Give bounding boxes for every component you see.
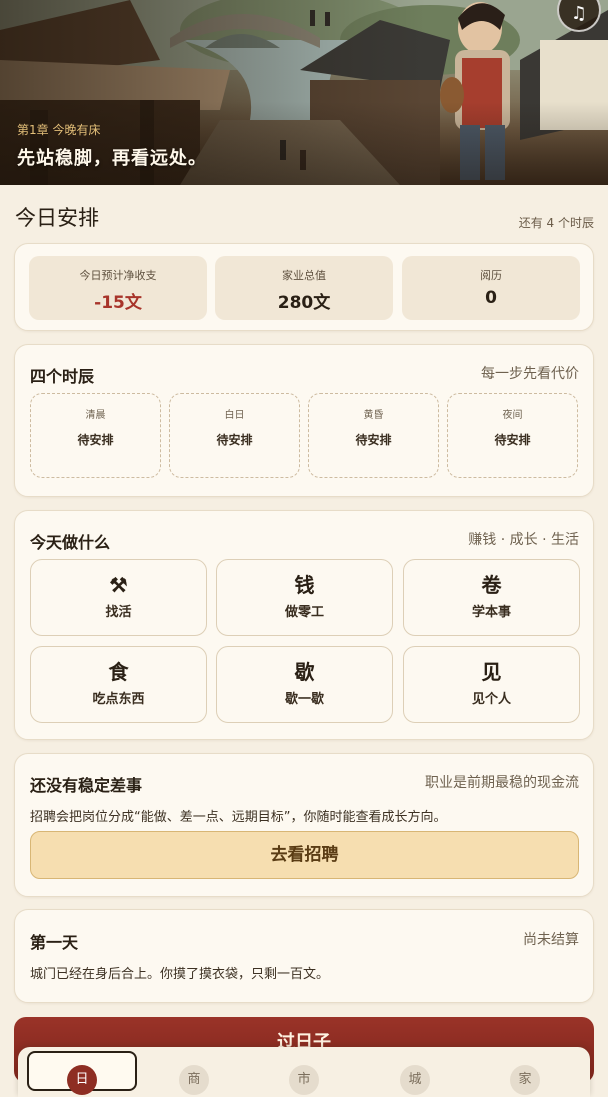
period-name: 黄昏 [363, 410, 384, 421]
periods-card: 四个时辰 每一步先看代价 清晨 待安排 白日 待安排 黄昏 待安排 夜间 待安排 [14, 344, 594, 497]
action-label: 见个人 [471, 692, 511, 707]
nav-label: 家 [510, 1065, 540, 1095]
scroll-glyph-icon: 卷 [481, 573, 502, 597]
period-status: 待安排 [216, 433, 253, 447]
job-card: 还没有稳定差事 职业是前期最稳的现金流 招聘会把岗位分成“能做、差一点、远期目标… [14, 753, 594, 897]
action-label: 找活 [105, 605, 132, 620]
job-description: 招聘会把岗位分成“能做、差一点、远期目标”，你随时能查看成长方向。 [30, 810, 447, 825]
recruitment-button[interactable]: 去看招聘 [30, 831, 579, 879]
nav-label: 日 [67, 1065, 97, 1095]
day-description: 城门已经在身后合上。你摸了摸衣袋，只剩一百文。 [30, 967, 330, 982]
action-label: 吃点东西 [92, 692, 145, 707]
nav-label: 市 [289, 1065, 319, 1095]
hammer-pick-icon: ⚒ [109, 573, 128, 597]
action-label: 做零工 [284, 605, 324, 620]
stat-net-income: 今日预计净收支 -15文 [29, 256, 207, 320]
day-title: 第一天 [30, 933, 79, 952]
period-slot-night[interactable]: 夜间 待安排 [447, 393, 578, 478]
remaining-time: 还有 4 个时辰 [518, 216, 594, 230]
action-label: 歇一歇 [284, 692, 324, 707]
stats-card: 今日预计净收支 -15文 家业总值 280文 阅历 0 [14, 243, 594, 331]
hero-title: 先站稳脚，再看远处。 [17, 148, 207, 169]
period-slot-dusk[interactable]: 黄昏 待安排 [308, 393, 439, 478]
period-status: 待安排 [355, 433, 392, 447]
actions-title: 今天做什么 [30, 533, 111, 552]
chapter-label: 第1章 今晚有床 [17, 123, 101, 137]
nav-tab-city[interactable]: 城 [360, 1051, 470, 1095]
stat-label: 今日预计净收支 [79, 269, 157, 282]
food-glyph-icon: 食 [108, 660, 129, 684]
stat-assets: 家业总值 280文 [215, 256, 393, 320]
action-meet-button[interactable]: 见 见个人 [403, 646, 580, 723]
period-name: 清晨 [85, 410, 106, 421]
nav-tab-home[interactable]: 家 [470, 1051, 580, 1095]
page-title: 今日安排 [15, 206, 99, 230]
stat-label: 家业总值 [282, 269, 326, 282]
action-eat-button[interactable]: 食 吃点东西 [30, 646, 207, 723]
period-name: 夜间 [502, 410, 523, 421]
stat-label: 阅历 [480, 269, 502, 282]
action-rest-button[interactable]: 歇 歇一歇 [216, 646, 393, 723]
nav-tab-trade[interactable]: 商 [139, 1051, 249, 1095]
coin-glyph-icon: 钱 [294, 573, 315, 597]
job-title: 还没有稳定差事 [30, 776, 143, 795]
stat-value: 280文 [277, 293, 331, 313]
period-name: 白日 [224, 410, 245, 421]
day-hint: 尚未结算 [523, 932, 579, 948]
rest-glyph-icon: 歇 [294, 660, 315, 684]
job-hint: 职业是前期最稳的现金流 [425, 775, 579, 791]
action-study-button[interactable]: 卷 学本事 [403, 559, 580, 636]
period-status: 待安排 [494, 433, 531, 447]
actions-hint: 赚钱 · 成长 · 生活 [468, 532, 579, 548]
periods-title: 四个时辰 [30, 367, 95, 386]
period-status: 待安排 [77, 433, 114, 447]
period-slot-dawn[interactable]: 清晨 待安排 [30, 393, 161, 478]
meet-glyph-icon: 见 [481, 660, 502, 684]
nav-label: 城 [400, 1065, 430, 1095]
stat-value: 0 [485, 288, 497, 308]
hero-banner: 第1章 今晚有床 先站稳脚，再看远处。 ♫ [0, 0, 608, 185]
stat-experience: 阅历 0 [402, 256, 580, 320]
bottom-nav: 日 商 市 城 家 [18, 1047, 590, 1097]
nav-tab-market[interactable]: 市 [249, 1051, 359, 1095]
stat-value: -15文 [94, 293, 142, 313]
action-find-work-button[interactable]: ⚒ 找活 [30, 559, 207, 636]
day-log-card: 第一天 尚未结算 城门已经在身后合上。你摸了摸衣袋，只剩一百文。 [14, 909, 594, 1003]
actions-card: 今天做什么 赚钱 · 成长 · 生活 ⚒ 找活 钱 做零工 卷 学本事 食 吃点… [14, 510, 594, 740]
nav-label: 商 [179, 1065, 209, 1095]
nav-tab-day[interactable]: 日 [27, 1051, 137, 1095]
period-slot-day[interactable]: 白日 待安排 [169, 393, 300, 478]
action-label: 学本事 [471, 605, 511, 620]
periods-hint: 每一步先看代价 [481, 366, 579, 382]
action-odd-job-button[interactable]: 钱 做零工 [216, 559, 393, 636]
